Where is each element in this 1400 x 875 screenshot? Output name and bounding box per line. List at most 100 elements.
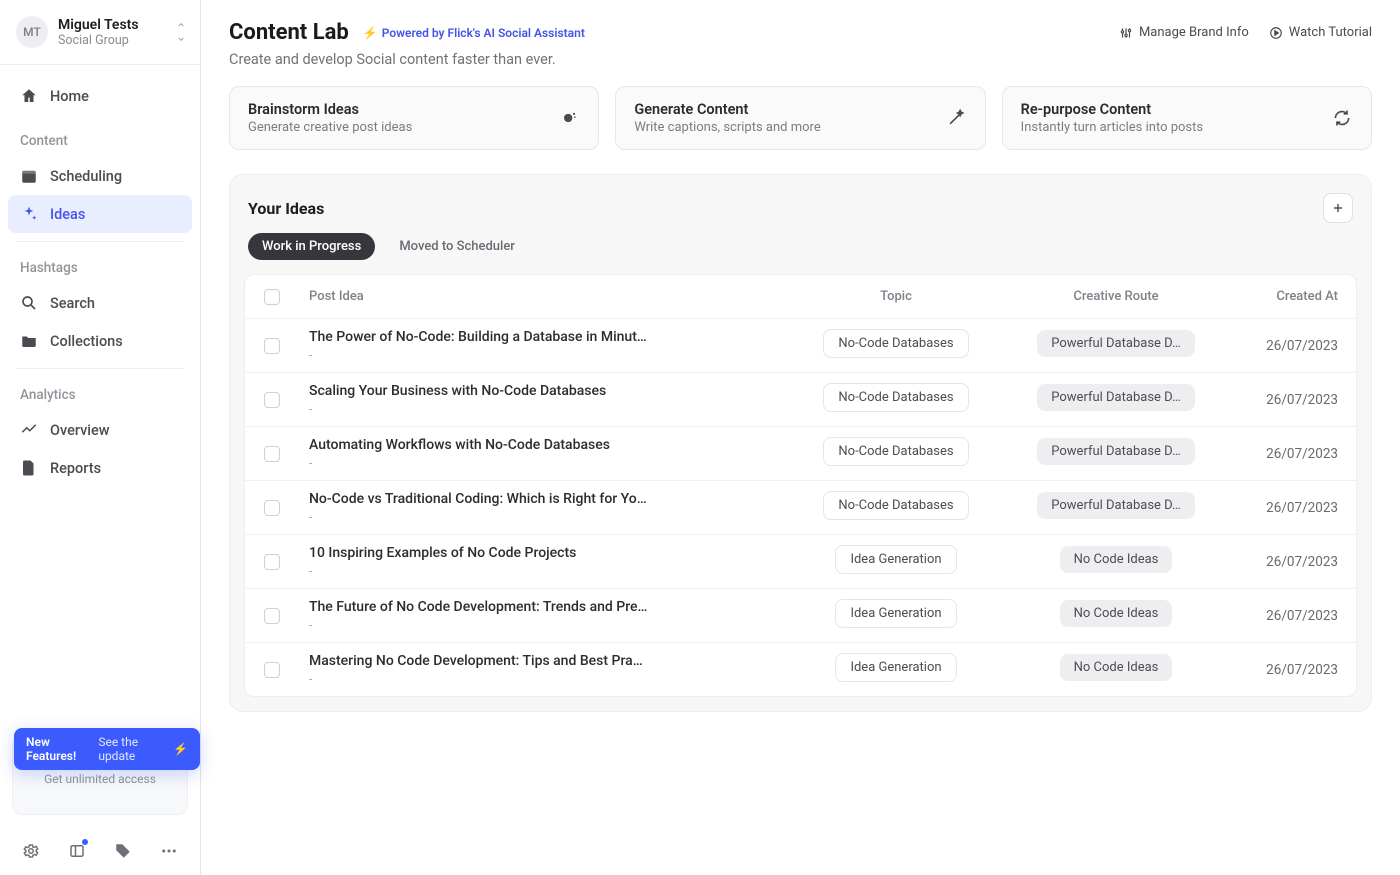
post-sub: -	[309, 402, 776, 416]
row-checkbox[interactable]	[264, 446, 280, 462]
post-title: The Power of No-Code: Building a Databas…	[309, 329, 776, 345]
card-sub: Instantly turn articles into posts	[1021, 120, 1317, 135]
sidebar-item-label: Ideas	[50, 206, 85, 223]
col-topic: Topic	[786, 289, 1006, 304]
plus-icon	[1331, 201, 1345, 215]
sidebar-section-content: Content	[8, 115, 192, 157]
row-checkbox[interactable]	[264, 554, 280, 570]
bolt-icon: ⚡	[363, 26, 378, 40]
play-circle-icon	[1269, 26, 1283, 40]
post-title: Automating Workflows with No-Code Databa…	[309, 437, 776, 453]
created-date: 26/07/2023	[1226, 338, 1356, 354]
route-badge: Powerful Database D…	[1037, 384, 1194, 411]
post-sub: -	[309, 672, 776, 686]
generate-content-card[interactable]: Generate Content Write captions, scripts…	[615, 86, 985, 150]
created-date: 26/07/2023	[1226, 662, 1356, 678]
settings-button[interactable]	[22, 841, 40, 861]
notification-dot-icon	[82, 839, 88, 845]
topic-badge: Idea Generation	[835, 653, 956, 682]
workspace-group: Social Group	[58, 33, 166, 48]
card-sub: Write captions, scripts and more	[634, 120, 930, 135]
post-sub: -	[309, 618, 776, 632]
created-date: 26/07/2023	[1226, 500, 1356, 516]
workspace-switcher[interactable]: MT Miguel Tests Social Group ⌃⌃	[0, 0, 200, 65]
table-header-row: Post Idea Topic Creative Route Created A…	[245, 275, 1356, 319]
post-sub: -	[309, 510, 776, 524]
avatar: MT	[16, 16, 48, 48]
created-date: 26/07/2023	[1226, 446, 1356, 462]
row-checkbox[interactable]	[264, 338, 280, 354]
table-row[interactable]: Automating Workflows with No-Code Databa…	[245, 427, 1356, 481]
brainstorm-ideas-card[interactable]: Brainstorm Ideas Generate creative post …	[229, 86, 599, 150]
ideas-table: Post Idea Topic Creative Route Created A…	[244, 274, 1357, 697]
more-button[interactable]	[160, 841, 178, 861]
card-title: Re-purpose Content	[1021, 101, 1317, 118]
card-title: Generate Content	[634, 101, 930, 118]
topic-badge: No-Code Databases	[823, 437, 968, 466]
ideas-panel: Your Ideas Work in Progress Moved to Sch…	[229, 174, 1372, 712]
bolt-icon: ⚡	[173, 742, 188, 756]
sidebar-item-label: Overview	[50, 422, 110, 439]
row-checkbox[interactable]	[264, 392, 280, 408]
sidebar-nav: Home Content Scheduling Ideas Hashtags S…	[0, 65, 200, 499]
route-badge: Powerful Database D…	[1037, 492, 1194, 519]
home-icon	[20, 87, 38, 105]
row-checkbox[interactable]	[264, 662, 280, 678]
post-title: No-Code vs Traditional Coding: Which is …	[309, 491, 776, 507]
page-title: Content Lab	[229, 20, 349, 45]
sidebar-item-scheduling[interactable]: Scheduling	[8, 157, 192, 195]
sidebar-item-collections[interactable]: Collections	[8, 322, 192, 360]
post-title: 10 Inspiring Examples of No Code Project…	[309, 545, 776, 561]
search-icon	[20, 294, 38, 312]
created-date: 26/07/2023	[1226, 392, 1356, 408]
add-idea-button[interactable]	[1323, 193, 1353, 223]
table-row[interactable]: Scaling Your Business with No-Code Datab…	[245, 373, 1356, 427]
sidebar-section-hashtags: Hashtags	[8, 242, 192, 284]
sidebar-item-label: Reports	[50, 460, 101, 477]
repurpose-content-card[interactable]: Re-purpose Content Instantly turn articl…	[1002, 86, 1372, 150]
sliders-icon	[1119, 26, 1133, 40]
sidebar-item-overview[interactable]: Overview	[8, 411, 192, 449]
tag-button[interactable]	[114, 841, 132, 861]
sidebar-item-home[interactable]: Home	[8, 77, 192, 115]
calendar-icon	[20, 167, 38, 185]
page-subtitle: Create and develop Social content faster…	[229, 51, 1372, 68]
new-features-banner[interactable]: New Features! See the update ⚡	[14, 728, 200, 770]
trial-sub: Get unlimited access	[27, 772, 173, 786]
sidebar: MT Miguel Tests Social Group ⌃⌃ Home Con…	[0, 0, 201, 875]
row-checkbox[interactable]	[264, 500, 280, 516]
post-sub: -	[309, 348, 776, 362]
magic-wand-icon	[945, 107, 967, 129]
chart-line-icon	[20, 421, 38, 439]
updates-button[interactable]	[68, 841, 86, 861]
sidebar-item-label: Collections	[50, 333, 123, 350]
tab-work-in-progress[interactable]: Work in Progress	[248, 233, 375, 260]
topic-badge: No-Code Databases	[823, 491, 968, 520]
select-all-checkbox[interactable]	[264, 289, 280, 305]
document-icon	[20, 459, 38, 477]
created-date: 26/07/2023	[1226, 554, 1356, 570]
sidebar-item-label: Search	[50, 295, 95, 312]
row-checkbox[interactable]	[264, 608, 280, 624]
sidebar-bottom-bar	[0, 827, 200, 875]
watch-tutorial-button[interactable]: Watch Tutorial	[1269, 25, 1372, 40]
ellipsis-icon	[160, 842, 178, 860]
manage-brand-info-button[interactable]: Manage Brand Info	[1119, 25, 1249, 40]
post-title: The Future of No Code Development: Trend…	[309, 599, 776, 615]
tag-icon	[114, 842, 132, 860]
panel-title: Your Ideas	[248, 199, 324, 218]
tab-moved-to-scheduler[interactable]: Moved to Scheduler	[385, 233, 529, 260]
created-date: 26/07/2023	[1226, 608, 1356, 624]
post-sub: -	[309, 456, 776, 470]
table-row[interactable]: The Power of No-Code: Building a Databas…	[245, 319, 1356, 373]
table-row[interactable]: 10 Inspiring Examples of No Code Project…	[245, 535, 1356, 589]
route-badge: Powerful Database D…	[1037, 438, 1194, 465]
table-row[interactable]: Mastering No Code Development: Tips and …	[245, 643, 1356, 696]
col-post-idea: Post Idea	[299, 289, 786, 304]
table-row[interactable]: The Future of No Code Development: Trend…	[245, 589, 1356, 643]
sidebar-item-search[interactable]: Search	[8, 284, 192, 322]
sidebar-item-reports[interactable]: Reports	[8, 449, 192, 487]
sidebar-item-ideas[interactable]: Ideas	[8, 195, 192, 233]
sidebar-item-label: Home	[50, 88, 89, 105]
table-row[interactable]: No-Code vs Traditional Coding: Which is …	[245, 481, 1356, 535]
